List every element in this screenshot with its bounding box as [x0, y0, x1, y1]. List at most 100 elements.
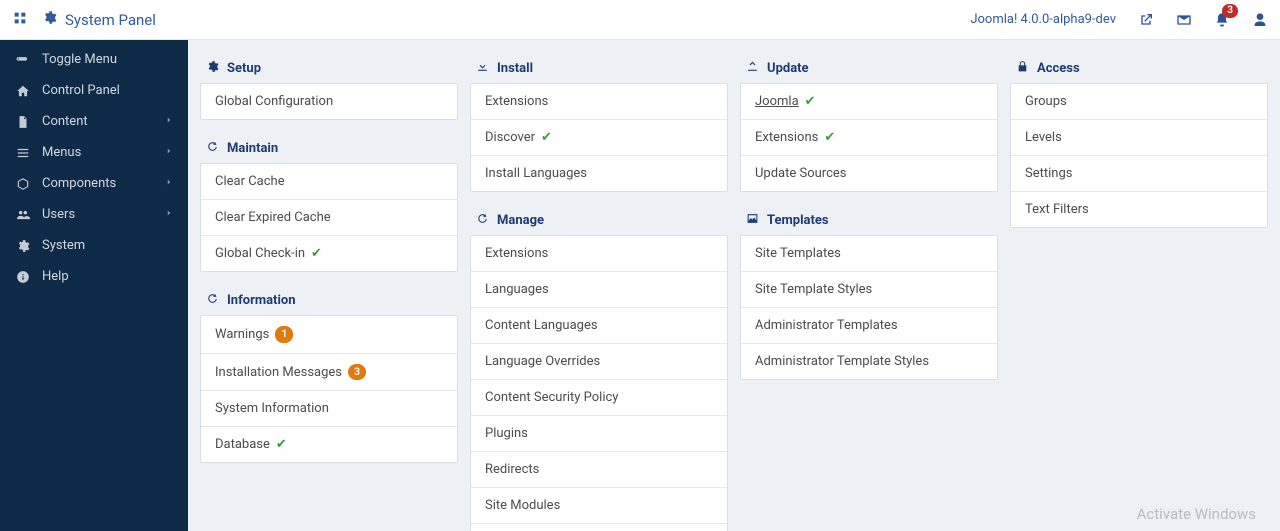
- sidebar-item-toggle-menu[interactable]: Toggle Menu: [0, 44, 188, 75]
- panel-header-manage: Manage: [470, 204, 728, 235]
- sidebar-item-menus[interactable]: Menus: [0, 137, 188, 168]
- mail-icon[interactable]: [1176, 12, 1192, 28]
- user-icon[interactable]: [1252, 12, 1268, 28]
- topbar-right: Joomla! 4.0.0-alpha9-dev 3: [970, 12, 1268, 28]
- item-label: Install Languages: [485, 166, 587, 181]
- sidebar-item-components[interactable]: Components: [0, 168, 188, 199]
- sidebar-item-label: Users: [42, 207, 75, 222]
- refresh-icon: [206, 140, 219, 157]
- item-extensions[interactable]: Extensions: [471, 236, 727, 272]
- setup-icon: [206, 60, 219, 77]
- item-install-languages[interactable]: Install Languages: [471, 156, 727, 191]
- column-3: Update Joomla ✔ Extensions✔ Update Sources Te…: [740, 52, 998, 531]
- item-administrator-templates[interactable]: Administrator Templates: [741, 308, 997, 344]
- upload-icon: [746, 60, 759, 77]
- panel-title: Update: [767, 61, 809, 76]
- item-administrator-template-styles[interactable]: Administrator Template Styles: [741, 344, 997, 379]
- check-icon: ✔: [805, 94, 816, 109]
- item-label: Update Sources: [755, 166, 847, 181]
- item-content-security-policy[interactable]: Content Security Policy: [471, 380, 727, 416]
- item-label: Clear Cache: [215, 174, 285, 189]
- item-database[interactable]: Database✔: [201, 427, 457, 462]
- panel-title: Manage: [497, 213, 544, 228]
- item-clear-expired-cache[interactable]: Clear Expired Cache: [201, 200, 457, 236]
- item-extensions[interactable]: Extensions: [471, 84, 727, 120]
- item-site-template-styles[interactable]: Site Template Styles: [741, 272, 997, 308]
- version-label[interactable]: Joomla! 4.0.0-alpha9-dev: [970, 12, 1116, 27]
- item-label: System Information: [215, 401, 329, 416]
- item-discover[interactable]: Discover✔: [471, 120, 727, 156]
- item-plugins[interactable]: Plugins: [471, 416, 727, 452]
- sidebar-item-control-panel[interactable]: Control Panel: [0, 75, 188, 106]
- check-icon: ✔: [276, 437, 287, 452]
- item-label: Text Filters: [1025, 202, 1089, 217]
- panel-header-maintain: Maintain: [200, 132, 458, 163]
- gear-icon: [42, 10, 57, 29]
- item-label: Joomla: [755, 94, 799, 109]
- bell-icon[interactable]: 3: [1214, 12, 1230, 28]
- panel-title: Access: [1037, 61, 1080, 76]
- home-icon: [14, 84, 32, 98]
- item-text-filters[interactable]: Text Filters: [1011, 192, 1267, 227]
- chevron-right-icon: [164, 176, 174, 191]
- column-2: InstallExtensionsDiscover✔Install Langua…: [470, 52, 728, 531]
- joomla-logo-icon: [12, 10, 28, 30]
- item-label: Languages: [485, 282, 549, 297]
- item-label: Content Security Policy: [485, 390, 618, 405]
- panel-list-access: Groups LevelsSettings Text Filters: [1010, 83, 1268, 228]
- sidebar-item-users[interactable]: Users: [0, 199, 188, 230]
- panel-header-update: Update: [740, 52, 998, 83]
- sidebar: Toggle MenuControl PanelContentMenusComp…: [0, 40, 188, 531]
- item-warnings[interactable]: Warnings1: [201, 316, 457, 354]
- item-settings[interactable]: Settings: [1011, 156, 1267, 192]
- panel-list-maintain: Clear CacheClear Expired CacheGlobal Che…: [200, 163, 458, 272]
- item-clear-cache[interactable]: Clear Cache: [201, 164, 457, 200]
- check-icon: ✔: [311, 246, 322, 261]
- item-installation-messages[interactable]: Installation Messages3: [201, 354, 457, 392]
- item-global-check-in[interactable]: Global Check-in ✔: [201, 236, 457, 271]
- sidebar-item-help[interactable]: Help: [0, 261, 188, 292]
- item-label: Administrator Template Styles: [755, 354, 929, 369]
- panel-maintain: MaintainClear CacheClear Expired CacheGl…: [200, 132, 458, 272]
- item-joomla[interactable]: Joomla ✔: [741, 84, 997, 120]
- item-languages[interactable]: Languages: [471, 272, 727, 308]
- item-levels[interactable]: Levels: [1011, 120, 1267, 156]
- item-update-sources[interactable]: Update Sources: [741, 156, 997, 191]
- sidebar-item-system[interactable]: System: [0, 230, 188, 261]
- sidebar-item-content[interactable]: Content: [0, 106, 188, 137]
- item-site-templates[interactable]: Site Templates: [741, 236, 997, 272]
- open-external-icon[interactable]: [1138, 12, 1154, 28]
- topbar-left: System Panel: [12, 10, 156, 30]
- panel-title: Templates: [767, 213, 829, 228]
- item-label: Site Templates: [755, 246, 841, 261]
- item-system-information[interactable]: System Information: [201, 391, 457, 427]
- item-content-languages[interactable]: Content Languages: [471, 308, 727, 344]
- item-label: Global Configuration: [215, 94, 333, 109]
- item-global-configuration[interactable]: Global Configuration: [201, 84, 457, 119]
- sidebar-item-label: Help: [42, 269, 69, 284]
- item-language-overrides[interactable]: Language Overrides: [471, 344, 727, 380]
- sidebar-item-label: System: [42, 238, 85, 253]
- users-icon: [14, 208, 32, 222]
- refresh-icon: [206, 292, 219, 309]
- item-redirects[interactable]: Redirects: [471, 452, 727, 488]
- cube-icon: [14, 177, 32, 191]
- chevron-right-icon: [164, 114, 174, 129]
- panel-header-information: Information: [200, 284, 458, 315]
- panel-access: Access Groups LevelsSettings Text Filters: [1010, 52, 1268, 228]
- item-site-modules[interactable]: Site Modules: [471, 488, 727, 524]
- item-label: Global Check-in: [215, 246, 305, 261]
- item-extensions[interactable]: Extensions✔: [741, 120, 997, 156]
- panel-manage: Manage Extensions Languages Content Languag…: [470, 204, 728, 531]
- panel-header-install: Install: [470, 52, 728, 83]
- item-label: Groups: [1025, 94, 1067, 109]
- item-administrator-modules[interactable]: Administrator Modules: [471, 524, 727, 531]
- page-title: System Panel: [65, 11, 156, 29]
- download-icon: [476, 60, 489, 77]
- item-groups[interactable]: Groups: [1011, 84, 1267, 120]
- refresh-icon: [476, 212, 489, 229]
- main-content: SetupGlobal Configuration Maintain Clear C…: [188, 40, 1280, 531]
- panel-setup: SetupGlobal Configuration: [200, 52, 458, 120]
- item-label: Extensions: [485, 246, 548, 261]
- panel-title: Maintain: [227, 141, 278, 156]
